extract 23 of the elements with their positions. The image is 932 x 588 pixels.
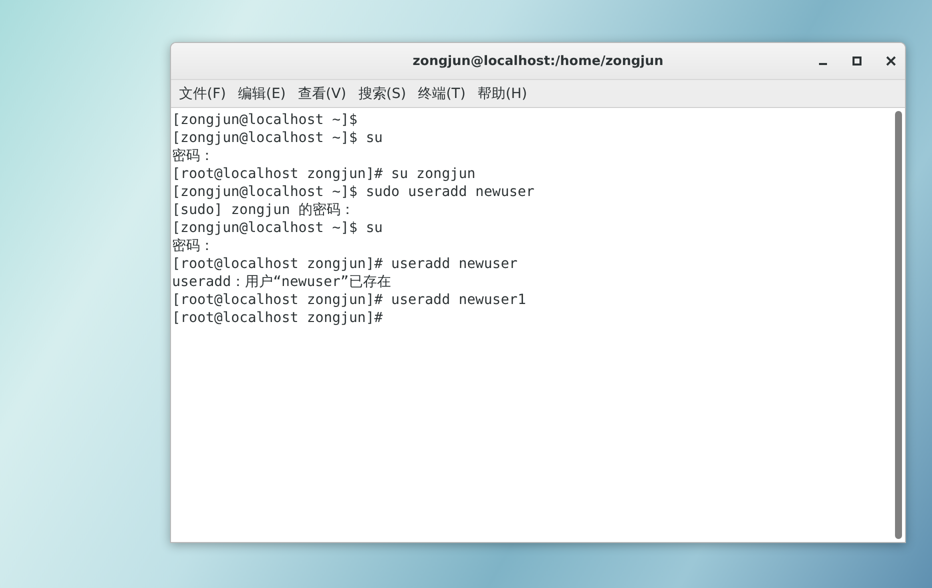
- terminal-line: [zongjun@localhost ~]$ su: [172, 129, 384, 147]
- menu-item[interactable]: 查看(V): [292, 80, 352, 107]
- terminal-line: 密码：: [172, 237, 215, 255]
- terminal-line: [zongjun@localhost ~]$: [172, 111, 358, 129]
- menu-item[interactable]: 帮助(H): [472, 80, 534, 107]
- terminal-line: [zongjun@localhost ~]$ sudo useradd newuser: [172, 183, 536, 201]
- terminal-line: 密码：: [172, 147, 215, 165]
- menu-item[interactable]: 文件(F): [173, 80, 232, 107]
- menu-item[interactable]: 编辑(E): [232, 80, 292, 107]
- terminal-line: [sudo] zongjun 的密码：: [172, 201, 356, 219]
- maximize-icon[interactable]: [851, 55, 863, 67]
- menu-item[interactable]: 终端(T): [412, 80, 472, 107]
- terminal-line: [root@localhost zongjun]# useradd newuser: [172, 255, 519, 273]
- terminal-line: [root@localhost zongjun]#: [172, 309, 384, 327]
- terminal-line: [root@localhost zongjun]# su zongjun: [172, 165, 476, 183]
- menu-item[interactable]: 搜索(S): [352, 80, 412, 107]
- scrollbar-thumb[interactable]: [895, 111, 902, 539]
- terminal-line: useradd：用户“newuser”已存在: [172, 273, 392, 291]
- scrollbar[interactable]: [893, 108, 905, 542]
- window-title: zongjun@localhost:/home/zongjun: [412, 54, 664, 68]
- terminal-line: [zongjun@localhost ~]$ su: [172, 219, 384, 237]
- terminal-line: [root@localhost zongjun]# useradd newuser1: [172, 291, 528, 309]
- close-icon[interactable]: [885, 55, 897, 67]
